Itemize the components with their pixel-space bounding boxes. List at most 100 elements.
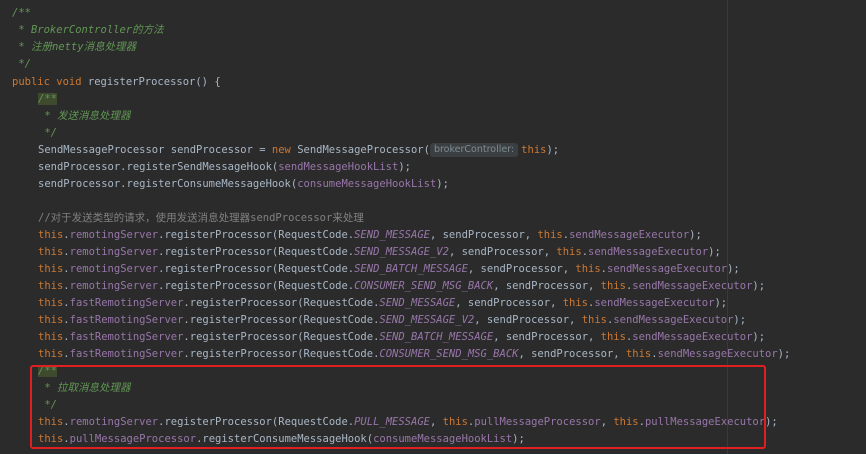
comment-text: */: [12, 58, 31, 70]
code-text: SendMessageProcessor(: [290, 144, 430, 156]
constant: SEND_BATCH_MESSAGE: [379, 331, 494, 343]
constant: SEND_BATCH_MESSAGE: [354, 263, 468, 275]
code-line: sendProcessor.registerSendMessageHook(se…: [38, 159, 411, 176]
constant: SEND_MESSAGE_V2: [379, 314, 475, 326]
code-line: /**: [38, 91, 57, 108]
keyword: this: [38, 246, 64, 258]
code-text: , sendProcessor,: [429, 229, 538, 241]
parameter-hint: brokerController:: [429, 143, 519, 157]
code-text: , sendProcessor,: [493, 280, 601, 292]
keyword: this: [581, 314, 607, 326]
code-text: );: [398, 161, 411, 173]
code-editor[interactable]: /** * BrokerController的方法 * 注册netty消息处理器…: [0, 0, 866, 454]
keyword: this: [556, 246, 582, 258]
code-text: SendMessageProcessor sendProcessor =: [38, 144, 272, 156]
keyword: this: [38, 280, 64, 292]
code-text: );: [714, 297, 728, 309]
comment-text: * BrokerController的方法: [12, 24, 164, 36]
code-line: this.fastRemotingServer.registerProcesso…: [38, 346, 790, 363]
field-ref: remotingServer: [69, 246, 159, 258]
code-line: SendMessageProcessor sendProcessor = new…: [38, 142, 559, 159]
code-line: this.remotingServer.registerProcessor(Re…: [38, 227, 702, 244]
constant: SEND_MESSAGE_V2: [354, 246, 449, 258]
comment-text: * 注册netty消息处理器: [12, 41, 137, 53]
code-text: , sendProcessor,: [493, 331, 601, 343]
field-ref: sendMessageExecutor: [632, 331, 753, 343]
code-text: sendProcessor.registerConsumeMessageHook…: [38, 178, 298, 190]
method-signature: registerProcessor() {: [87, 76, 221, 88]
code-text: , sendProcessor,: [467, 263, 576, 275]
keyword: this: [38, 314, 64, 326]
code-text: );: [752, 331, 766, 343]
code-text: .registerProcessor(RequestCode.: [158, 263, 355, 275]
code-line: */: [38, 125, 57, 142]
code-line: sendProcessor.registerConsumeMessageHook…: [38, 176, 449, 193]
field-ref: remotingServer: [69, 263, 159, 275]
code-text: .registerProcessor(RequestCode.: [183, 297, 380, 309]
keyword: this: [38, 263, 64, 275]
code-text: );: [546, 144, 560, 156]
code-text: .registerProcessor(RequestCode.: [183, 314, 380, 326]
field-ref: remotingServer: [69, 280, 159, 292]
code-text: .registerProcessor(RequestCode.: [183, 331, 380, 343]
comment-text: /**: [38, 93, 57, 105]
constant: CONSUMER_SEND_MSG_BACK: [379, 348, 519, 360]
code-line: this.remotingServer.registerProcessor(Re…: [38, 261, 740, 278]
code-line: * 发送消息处理器: [38, 108, 130, 125]
code-line: //对于发送类型的请求，使用发送消息处理器sendProcessor来处理: [38, 210, 364, 227]
keyword: this: [600, 331, 626, 343]
field-ref: sendMessageHookList: [278, 161, 399, 173]
code-text: );: [752, 280, 766, 292]
field-ref: sendMessageExecutor: [632, 280, 753, 292]
code-text: );: [765, 416, 778, 428]
comment-text: * 发送消息处理器: [38, 110, 131, 122]
keyword: void: [56, 76, 82, 88]
code-text: .registerProcessor(RequestCode.: [158, 280, 355, 292]
keyword: this: [600, 280, 626, 292]
comment-text: */: [38, 127, 57, 139]
code-text: );: [689, 229, 702, 241]
code-text: );: [436, 178, 449, 190]
code-text: .registerProcessor(RequestCode.: [158, 229, 355, 241]
keyword: new: [271, 144, 291, 156]
code-text: , sendProcessor,: [474, 314, 582, 326]
code-text: , sendProcessor,: [455, 297, 563, 309]
code-text: , sendProcessor,: [518, 348, 626, 360]
field-ref: sendMessageExecutor: [657, 348, 778, 360]
code-line: */: [12, 56, 31, 73]
highlight-box: [30, 365, 766, 449]
field-ref: sendMessageExecutor: [588, 246, 709, 258]
code-line: this.remotingServer.registerProcessor(Re…: [38, 278, 765, 295]
code-line: this.fastRemotingServer.registerProcesso…: [38, 312, 746, 329]
code-text: );: [727, 263, 740, 275]
code-line: * 注册netty消息处理器: [12, 39, 136, 56]
keyword: this: [38, 348, 64, 360]
code-line: * BrokerController的方法: [12, 22, 164, 39]
code-text: );: [708, 246, 721, 258]
field-ref: consumeMessageHookList: [297, 178, 437, 190]
field-ref: fastRemotingServer: [69, 331, 184, 343]
constant: SEND_MESSAGE: [379, 297, 456, 309]
code-text: .registerProcessor(RequestCode.: [158, 246, 355, 258]
keyword: this: [38, 331, 64, 343]
code-line: public void registerProcessor() {: [12, 74, 221, 91]
field-ref: fastRemotingServer: [69, 348, 184, 360]
code-line: /**: [12, 5, 31, 22]
code-text: , sendProcessor,: [448, 246, 557, 258]
code-text: sendProcessor.registerSendMessageHook(: [38, 161, 279, 173]
field-ref: remotingServer: [69, 229, 159, 241]
comment-text: /**: [12, 7, 31, 19]
code-line: this.remotingServer.registerProcessor(Re…: [38, 244, 721, 261]
line-comment: //对于发送类型的请求，使用发送消息处理器sendProcessor来处理: [38, 212, 364, 224]
code-text: );: [733, 314, 747, 326]
code-line: this.fastRemotingServer.registerProcesso…: [38, 295, 727, 312]
keyword: this: [38, 297, 64, 309]
field-ref: sendMessageExecutor: [607, 263, 728, 275]
keyword: this: [575, 263, 601, 275]
field-ref: fastRemotingServer: [69, 297, 184, 309]
field-ref: sendMessageExecutor: [613, 314, 734, 326]
constant: SEND_MESSAGE: [354, 229, 430, 241]
field-ref: sendMessageExecutor: [569, 229, 690, 241]
field-ref: fastRemotingServer: [69, 314, 184, 326]
keyword: this: [521, 144, 547, 156]
